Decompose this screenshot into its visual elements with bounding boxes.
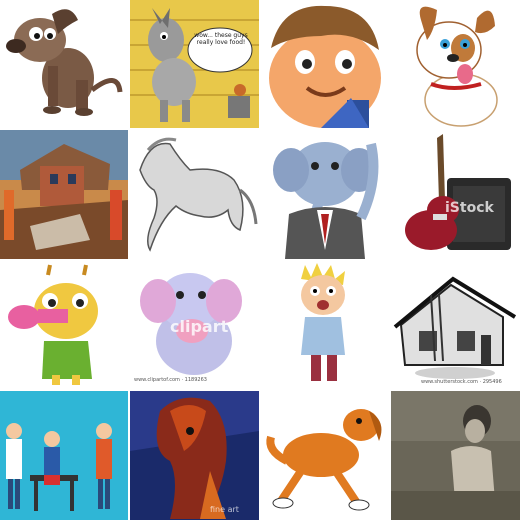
tile-running-dog[interactable] [261,391,389,520]
tile-elephant-pink[interactable]: clipart www.clipartof.com · 1189263 [130,261,259,389]
house-caption: www.shutterstock.com · 295496 [421,379,502,385]
guitar-watermark: iStock [445,200,494,216]
horse-painting-illustration [130,391,259,520]
tile-horse-sketch[interactable] [130,130,259,259]
tile-scared-boy[interactable] [261,261,389,389]
tile-vintage-photo[interactable] [391,391,520,520]
tile-boy-face[interactable] [261,0,389,128]
sad-dog-illustration [0,0,128,128]
guitar-illustration [391,130,520,259]
vintage-photo-illustration [391,391,520,520]
tile-office-people[interactable] [0,391,128,520]
boy-face-illustration [261,0,389,128]
office-people-illustration [0,391,128,520]
tile-donkey[interactable]: wow... these guys really love food! [130,0,259,128]
tile-house-painting[interactable] [0,130,128,259]
elephant-watermark: clipart [170,317,229,336]
elephant-businessman-illustration [261,130,389,259]
elephant-caption: www.clipartof.com · 1189263 [134,377,207,383]
haunted-house-illustration [391,261,520,389]
giraffe-illustration [0,261,128,389]
puppy-illustration [391,0,520,128]
tile-horse-painting[interactable]: fine art [130,391,259,520]
tile-puppy[interactable] [391,0,520,128]
tile-sad-dog[interactable] [0,0,128,128]
running-dog-illustration [261,391,389,520]
tile-haunted-house[interactable]: www.shutterstock.com · 295496 [391,261,520,389]
horse-sketch-illustration [130,130,259,259]
scared-boy-illustration [261,261,389,389]
donkey-illustration [130,0,259,128]
horse-watermark: fine art [210,505,239,514]
donkey-speech-text: wow... these guys really love food! [194,32,248,46]
tile-elephant-businessman[interactable] [261,130,389,259]
house-painting-illustration [0,130,128,259]
tile-guitar[interactable]: iStock [391,130,520,259]
tile-giraffe[interactable] [0,261,128,389]
image-grid: wow... these guys really love food! iSto… [0,0,522,522]
